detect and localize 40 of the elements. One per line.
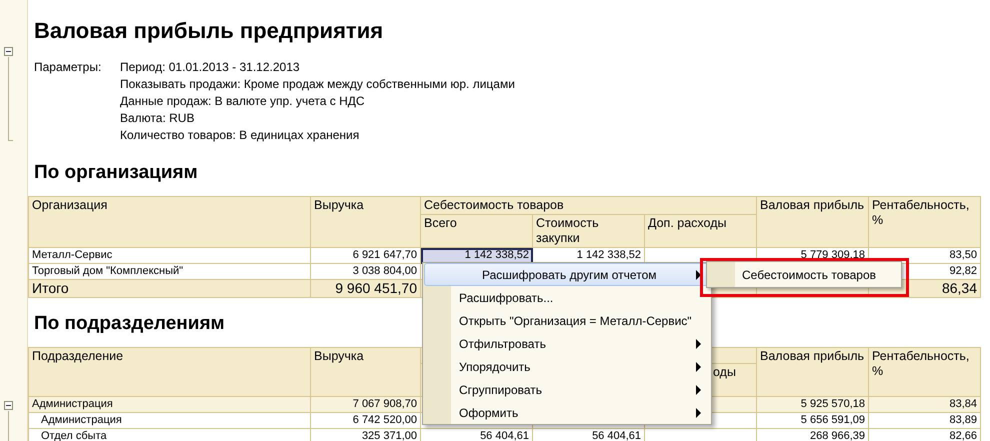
table-cell: Итого (28, 280, 310, 298)
parameter-text: Количество товаров: В единицах хранения (120, 127, 360, 144)
column-group-header: Себестоимость товаров (420, 196, 756, 214)
table-cell: 6 921 647,70 (310, 248, 420, 264)
table-cell: Администрация (28, 412, 310, 428)
table-cell: 9 960 451,70 (310, 280, 420, 298)
column-header: Валовая прибыль (756, 348, 869, 396)
table-cell: 6 742 520,00 (310, 412, 420, 428)
menu-item[interactable]: Отфильтровать (424, 332, 710, 355)
column-header: Валовая прибыль (756, 196, 868, 248)
column-header: Выручка (310, 348, 420, 396)
table-cell: 5 925 570,18 (756, 396, 869, 412)
parameter-text: Данные продаж: В валюте упр. учета с НДС (120, 93, 366, 110)
column-header: Подразделение (28, 348, 310, 396)
menu-item[interactable]: Расшифровать... (424, 286, 710, 309)
table-cell: 83,84 (868, 396, 981, 412)
table-cell: Отдел сбыта (28, 428, 310, 441)
table-cell: 5 656 591,09 (756, 412, 869, 428)
table-cell: 7 067 908,70 (310, 396, 420, 412)
table-cell: Металл-Сервис (28, 248, 310, 264)
column-header: Стоимость закупки (532, 214, 644, 248)
column-header: Рентабельность, % (868, 348, 981, 396)
parameter-text: Период: 01.01.2013 - 31.12.2013 (120, 59, 301, 76)
menu-item[interactable]: Открыть "Организация = Металл-Сервис" (424, 309, 710, 332)
column-header: Всего (420, 214, 532, 248)
menu-item[interactable]: Оформить (424, 401, 710, 424)
collapse-icon[interactable] (4, 47, 13, 56)
table-cell: Администрация (28, 396, 310, 412)
parameter-text: Показывать продажи: Кроме продаж между собственными юр. лицами (120, 76, 515, 93)
section-heading: По подразделениям (34, 313, 225, 335)
table-cell: 83,89 (868, 412, 981, 428)
column-header: Рентабельность, % (868, 196, 980, 248)
report-title: Валовая прибыль предприятия (34, 18, 384, 44)
section-heading: По организациям (34, 162, 198, 184)
column-header: Выручка (310, 196, 420, 248)
parameter-text: Валюта: RUB (120, 110, 196, 127)
column-header: Организация (28, 196, 310, 248)
column-header: Доп. расходы (644, 214, 756, 248)
collapse-icon[interactable] (4, 401, 13, 410)
parameters-label: Параметры: (34, 60, 102, 74)
